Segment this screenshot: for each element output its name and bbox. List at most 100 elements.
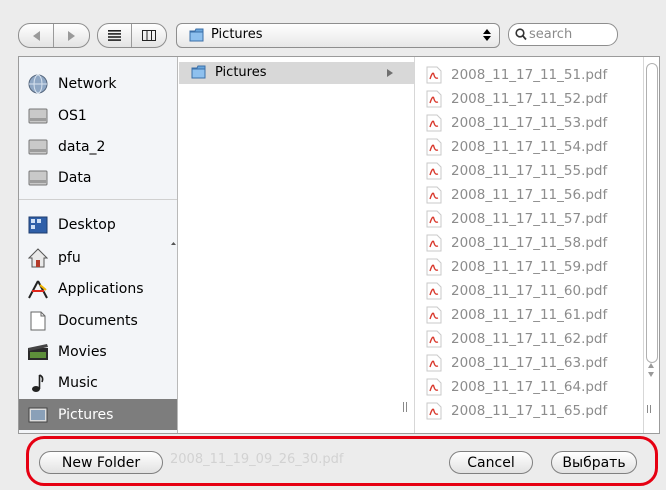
sidebar-item-applications[interactable]: Applications [19,273,177,304]
choose-button[interactable]: Выбрать [551,451,637,474]
file-browser: Network OS1 data_2 Data Desktop pfu Appl… [18,56,660,434]
pdf-file-icon [426,138,442,156]
list-view-icon [108,30,121,41]
sidebar-item-desktop[interactable]: Desktop [19,209,177,240]
sidebar-item-data[interactable]: Data [19,162,177,193]
file-name: 2008_11_17_11_59.pdf [451,259,608,275]
sidebar-divider [19,199,177,200]
file-name: 2008_11_17_11_62.pdf [451,331,608,347]
file-item[interactable]: 2008_11_17_11_60.pdf [426,279,607,303]
sidebar-item-pfu[interactable]: pfu [19,242,177,273]
file-name: 2008_11_17_11_65.pdf [451,403,608,419]
pdf-file-icon [426,402,442,420]
sidebar-item-label: Documents [58,312,138,329]
pictures-icon [27,404,49,426]
pdf-file-icon [426,186,442,204]
column-resize-handle[interactable] [647,405,655,415]
path-popup[interactable]: Pictures [176,23,500,48]
sidebar-item-pictures[interactable]: Pictures [19,399,177,430]
file-item[interactable]: 2008_11_17_11_64.pdf [426,375,607,399]
new-folder-button[interactable]: New Folder [39,451,163,474]
pdf-file-icon [426,354,442,372]
file-item[interactable]: 2008_11_17_11_56.pdf [426,183,607,207]
file-item[interactable]: 2008_11_17_11_59.pdf [426,255,607,279]
network-globe-icon [27,73,49,95]
file-item[interactable]: 2008_11_17_11_63.pdf [426,351,607,375]
vertical-scrollbar[interactable] [643,57,659,433]
file-item[interactable]: 2008_11_17_11_65.pdf [426,399,607,423]
sidebar-item-movies[interactable]: Movies [19,336,177,367]
pdf-file-icon [426,66,442,84]
file-name: 2008_11_17_11_51.pdf [451,67,608,83]
column-resize-handle[interactable] [403,402,409,414]
sidebar-item-label: data_2 [58,138,106,155]
file-item[interactable]: 2008_11_17_11_52.pdf [426,87,607,111]
column-view-button[interactable] [131,24,166,47]
back-arrow-icon [32,30,40,41]
folder-icon [191,65,206,79]
sidebar-scroll-arrow-icon[interactable] [170,239,177,249]
file-item[interactable]: 2008_11_17_11_55.pdf [426,159,607,183]
column-view-icon [142,30,156,41]
home-icon [27,247,49,269]
file-item[interactable]: 2008_11_17_11_53.pdf [426,111,607,135]
scroll-down-icon[interactable] [648,372,654,377]
sidebar-item-data-2[interactable]: data_2 [19,131,177,162]
music-icon [27,372,49,394]
documents-icon [27,310,49,332]
sidebar-item-label: Movies [58,343,107,360]
pdf-file-icon [426,114,442,132]
sidebar-item-label: Applications [58,280,144,297]
column-item-pictures[interactable]: Pictures [179,62,414,84]
back-forward-control [18,23,90,48]
scroll-up-icon[interactable] [648,363,654,368]
search-input[interactable] [529,26,609,42]
file-item[interactable]: 2008_11_17_11_51.pdf [426,63,607,87]
file-name: 2008_11_17_11_57.pdf [451,211,608,227]
forward-button[interactable] [53,24,89,47]
movies-icon [27,341,49,363]
file-name: 2008_11_17_11_53.pdf [451,115,608,131]
search-box[interactable] [508,23,618,46]
pdf-file-icon [426,378,442,396]
sidebar-item-music[interactable]: Music [19,367,177,398]
file-name: 2008_11_17_11_60.pdf [451,283,608,299]
file-name: 2008_11_17_11_54.pdf [451,139,608,155]
sidebar-item-label: Data [58,169,92,186]
pdf-file-icon [426,258,442,276]
file-item[interactable]: 2008_11_17_11_61.pdf [426,303,607,327]
applications-icon [27,278,49,300]
sidebar: Network OS1 data_2 Data Desktop pfu Appl… [19,57,178,433]
sidebar-item-network[interactable]: Network [19,68,177,99]
file-name: 2008_11_17_11_52.pdf [451,91,608,107]
column-item-label: Pictures [215,65,267,80]
pdf-file-icon [426,162,442,180]
file-item[interactable]: 2008_11_17_11_54.pdf [426,135,607,159]
dialog-button-bar: New Folder Cancel Выбрать [26,436,658,486]
hard-drive-icon [27,167,49,189]
file-name: 2008_11_17_11_58.pdf [451,235,608,251]
sidebar-item-label: OS1 [58,107,87,124]
cancel-button[interactable]: Cancel [449,451,533,474]
pdf-file-icon [426,210,442,228]
sidebar-item-os1[interactable]: OS1 [19,100,177,131]
file-item[interactable]: 2008_11_17_11_62.pdf [426,327,607,351]
list-view-button[interactable] [98,24,131,47]
toolbar: Pictures [0,0,666,55]
scrollbar-thumb[interactable] [646,63,658,363]
desktop-icon [27,214,49,236]
file-item[interactable]: 2008_11_17_11_57.pdf [426,207,607,231]
file-name: 2008_11_17_11_56.pdf [451,187,608,203]
sidebar-item-documents[interactable]: Documents [19,305,177,336]
pdf-file-icon [426,234,442,252]
scroll-arrows[interactable] [646,363,656,393]
file-name: 2008_11_17_11_61.pdf [451,307,608,323]
path-label: Pictures [211,27,263,42]
back-button[interactable] [19,24,53,47]
search-icon [515,28,527,41]
file-name: 2008_11_17_11_64.pdf [451,379,608,395]
sidebar-item-label: Pictures [58,406,114,423]
file-item[interactable]: 2008_11_17_11_58.pdf [426,231,607,255]
pdf-file-icon [426,330,442,348]
view-mode-control [97,23,167,48]
